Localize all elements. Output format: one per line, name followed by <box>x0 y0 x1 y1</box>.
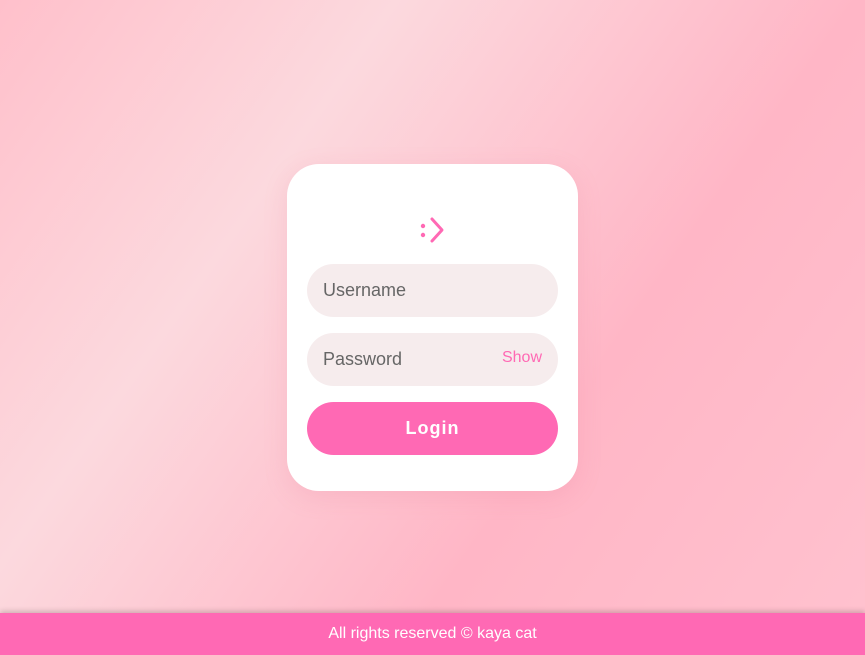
colon-chevron-icon <box>420 217 443 243</box>
username-input[interactable] <box>307 264 558 317</box>
login-card: Show Login <box>287 164 578 491</box>
footer-copyright: All rights reserved © kaya cat <box>328 625 537 642</box>
show-password-toggle[interactable]: Show <box>502 349 542 367</box>
username-field-wrapper <box>307 264 558 317</box>
logo <box>287 214 578 246</box>
password-field-wrapper: Show <box>307 333 558 386</box>
login-button[interactable]: Login <box>307 402 558 455</box>
footer: All rights reserved © kaya cat <box>0 613 865 655</box>
